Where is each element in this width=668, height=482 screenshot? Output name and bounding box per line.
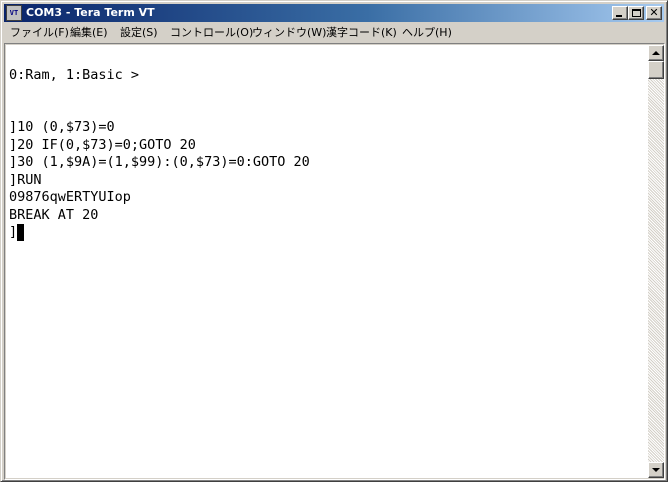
- prompt-text: ]: [9, 224, 18, 240]
- scroll-up-button[interactable]: [648, 45, 664, 61]
- maximize-button[interactable]: [628, 6, 644, 20]
- close-button[interactable]: ✕: [646, 6, 662, 20]
- menu-setup[interactable]: 設定(S): [120, 23, 158, 42]
- terminal-line: 09876qwERTYUIop: [9, 189, 131, 205]
- text-cursor: [17, 224, 25, 241]
- client-area: 0:Ram, 1:Basic > ]10 (0,$73)=0 ]20 IF(0,…: [4, 43, 665, 480]
- terminal-line: ]20 IF(0,$73)=0;GOTO 20: [9, 137, 196, 153]
- scrollbar-thumb[interactable]: [648, 61, 664, 79]
- terminal-line: ]10 (0,$73)=0: [9, 119, 115, 135]
- terminal-line: BREAK AT 20: [9, 207, 99, 223]
- terminal-line: ]RUN: [9, 172, 42, 188]
- minimize-icon: [616, 15, 622, 17]
- menu-kanji-code[interactable]: 漢字コード(K): [326, 23, 397, 42]
- maximize-icon: [632, 9, 641, 17]
- terminal-prompt-line: ]: [9, 223, 25, 241]
- menu-control[interactable]: コントロール(O): [170, 23, 253, 42]
- menu-help[interactable]: ヘルプ(H): [402, 23, 452, 42]
- terminal-window: VT COM3 - Tera Term VT ✕ ファイル(F) 編集(E) 設…: [0, 0, 668, 482]
- menu-file[interactable]: ファイル(F): [10, 23, 69, 42]
- scroll-down-arrow-icon: [652, 468, 660, 472]
- menu-edit[interactable]: 編集(E): [70, 23, 108, 42]
- teraterm-app-icon[interactable]: VT: [6, 5, 22, 21]
- window-title: COM3 - Tera Term VT: [26, 6, 155, 19]
- minimize-button[interactable]: [612, 6, 628, 20]
- scroll-down-button[interactable]: [648, 462, 664, 478]
- title-bar[interactable]: VT COM3 - Tera Term VT ✕: [4, 4, 664, 22]
- terminal-line: 0:Ram, 1:Basic >: [9, 67, 140, 83]
- terminal-screen[interactable]: 0:Ram, 1:Basic > ]10 (0,$73)=0 ]20 IF(0,…: [6, 45, 648, 478]
- close-icon: ✕: [649, 6, 659, 19]
- menu-bar: ファイル(F) 編集(E) 設定(S) コントロール(O) ウィンドウ(W) 漢…: [4, 23, 664, 42]
- scroll-up-arrow-icon: [652, 51, 660, 55]
- vertical-scrollbar[interactable]: [648, 45, 664, 478]
- menu-window[interactable]: ウィンドウ(W): [252, 23, 326, 42]
- terminal-line: ]30 (1,$9A)=(1,$99):(0,$73)=0:GOTO 20: [9, 154, 310, 170]
